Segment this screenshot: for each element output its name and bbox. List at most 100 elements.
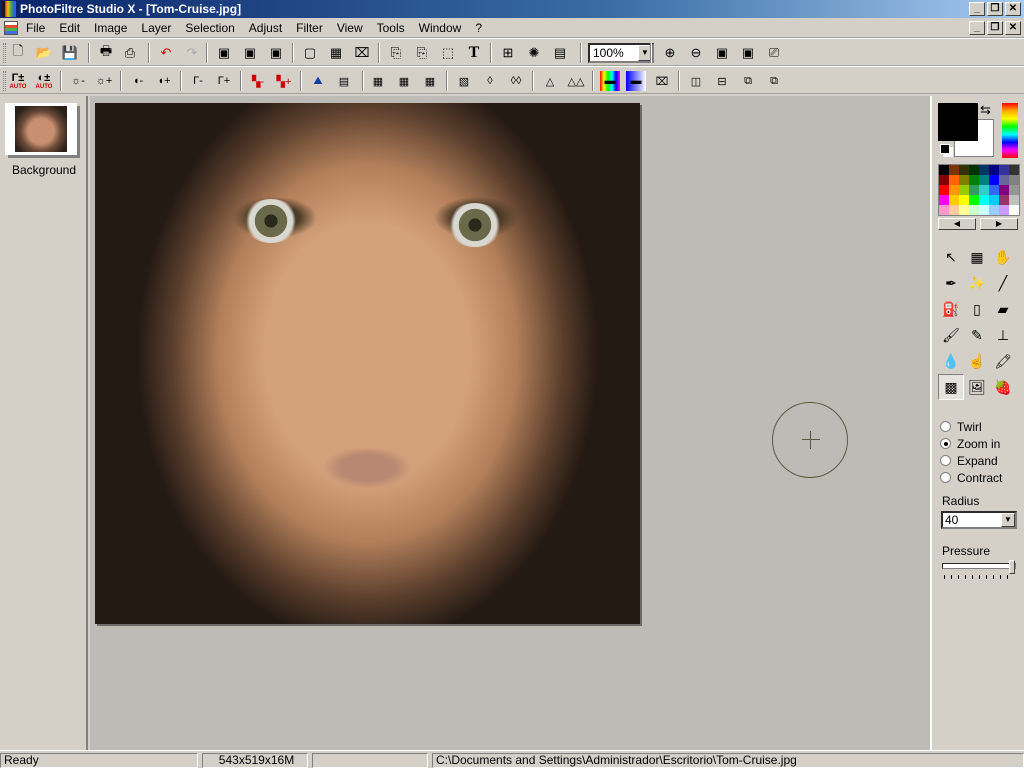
mode-radio-zoom-in[interactable]: Zoom in [940, 435, 1002, 452]
histogram-icon[interactable]: ⛰ [308, 71, 328, 91]
palette-swatch[interactable] [959, 175, 969, 185]
flip-vertical-icon[interactable]: ⊟ [712, 71, 732, 91]
text-icon[interactable]: T [464, 43, 484, 63]
eyedropper-icon[interactable]: ✒ [938, 270, 964, 296]
fill-bucket-icon[interactable]: ⛽ [938, 296, 964, 322]
eraser-icon[interactable]: ▰ [990, 296, 1016, 322]
palette-swatch[interactable] [979, 185, 989, 195]
palette-swatch[interactable] [939, 175, 949, 185]
restore-button[interactable]: ❐ [987, 2, 1003, 16]
radio-circle[interactable] [940, 421, 951, 432]
palette-swatch[interactable] [949, 195, 959, 205]
stamp-icon[interactable]: ⌧ [652, 71, 672, 91]
saturation-plus-icon[interactable]: ▚+ [274, 71, 294, 91]
palette-swatch[interactable] [979, 165, 989, 175]
palette-swatch[interactable] [949, 185, 959, 195]
saturation-minus-icon[interactable]: ▚- [248, 71, 268, 91]
brush-icon[interactable]: 🖌 [938, 322, 964, 348]
mode-radio-twirl[interactable]: Twirl [940, 418, 1002, 435]
palette-swatch[interactable] [939, 205, 949, 215]
radio-circle[interactable] [940, 472, 951, 483]
hue-spectrum[interactable] [1002, 103, 1018, 158]
deform-grid-icon[interactable]: ▩ [938, 374, 964, 400]
palette-swatch[interactable] [1009, 185, 1019, 195]
layer-thumbnail[interactable] [5, 103, 77, 155]
palette-next-button[interactable]: ▶ [980, 218, 1018, 230]
mode-radio-expand[interactable]: Expand [940, 452, 1002, 469]
selection-icon[interactable]: ⬚ [438, 43, 458, 63]
gradient-icon[interactable]: ▬ [600, 71, 620, 91]
open-icon[interactable]: 📂 [34, 43, 54, 63]
blur-icon[interactable]: ◊ [480, 71, 500, 91]
palette-swatch[interactable] [989, 205, 999, 215]
crop-icon[interactable]: ⎘ [412, 43, 432, 63]
doc-minimize-button[interactable]: _ [969, 21, 985, 35]
sharpen-more-icon[interactable]: △△ [566, 71, 586, 91]
gamma-plus-icon[interactable]: Γ+ [214, 71, 234, 91]
texture-filter-icon[interactable]: ▦ [420, 71, 440, 91]
paste-as-new-icon[interactable]: ▣ [266, 43, 286, 63]
grid-filter-icon[interactable]: ▦ [394, 71, 414, 91]
palette-swatch[interactable] [989, 185, 999, 195]
workspace[interactable] [90, 96, 930, 750]
contrast-auto-icon[interactable]: ◐± AUTO [34, 71, 54, 91]
palette-swatch[interactable] [969, 185, 979, 195]
transparency-icon[interactable]: ⌧ [352, 43, 372, 63]
palette-swatch[interactable] [1009, 195, 1019, 205]
palette-swatch[interactable] [979, 195, 989, 205]
radio-circle[interactable] [940, 455, 951, 466]
flip-horizontal-icon[interactable]: ◫ [686, 71, 706, 91]
menu-[interactable]: ? [475, 21, 488, 35]
actual-size-icon[interactable]: ▣ [738, 43, 758, 63]
palette-swatch[interactable] [989, 165, 999, 175]
palette-swatch[interactable] [949, 205, 959, 215]
brightness-plus-icon[interactable]: ☼+ [94, 71, 114, 91]
minimize-button[interactable]: _ [969, 2, 985, 16]
palette-swatch[interactable] [959, 195, 969, 205]
explorer-icon[interactable]: ⊞ [498, 43, 518, 63]
palette-swatch[interactable] [969, 205, 979, 215]
rotate-left-icon[interactable]: ⧉ [738, 71, 758, 91]
palette-swatch[interactable] [999, 175, 1009, 185]
zoom-select[interactable]: 100% ▼ [588, 43, 654, 63]
clone-stamp-icon[interactable]: ⊥ [990, 322, 1016, 348]
pressure-slider[interactable] [942, 560, 1016, 574]
advanced-brush-icon[interactable]: ✎ [964, 322, 990, 348]
radius-select[interactable]: 40 ▼ [941, 511, 1017, 529]
hand-icon[interactable]: ✋ [990, 244, 1016, 270]
swap-colors-icon[interactable]: ⇆ [980, 102, 991, 118]
palette-swatch[interactable] [949, 175, 959, 185]
palette-swatch[interactable] [979, 175, 989, 185]
blur-drop-icon[interactable]: 💧 [938, 348, 964, 374]
palette-swatch[interactable] [959, 205, 969, 215]
sharpen-icon[interactable]: △ [540, 71, 560, 91]
paint-roller-icon[interactable]: 🖍 [990, 348, 1016, 374]
menu-view[interactable]: View [337, 21, 369, 35]
contrast-minus-icon[interactable]: ◖- [128, 71, 148, 91]
doc-restore-button[interactable]: ❐ [987, 21, 1003, 35]
slider-thumb[interactable] [1009, 560, 1015, 574]
gamma-minus-icon[interactable]: Γ- [188, 71, 208, 91]
selection-tool-icon[interactable]: ▦ [964, 244, 990, 270]
palette-swatch[interactable] [969, 175, 979, 185]
brightness-minus-icon[interactable]: ☼- [68, 71, 88, 91]
mode-radio-contract[interactable]: Contract [940, 469, 1002, 486]
chevron-down-icon[interactable]: ▼ [1001, 513, 1015, 527]
menu-edit[interactable]: Edit [59, 21, 86, 35]
line-icon[interactable]: ╱ [990, 270, 1016, 296]
palette-swatch[interactable] [1009, 175, 1019, 185]
palette-swatch[interactable] [959, 165, 969, 175]
color-balance-icon[interactable]: ▤ [334, 71, 354, 91]
palette-swatch[interactable] [1009, 205, 1019, 215]
spray-icon[interactable]: ▯ [964, 296, 990, 322]
palette-swatch[interactable] [999, 195, 1009, 205]
menu-filter[interactable]: Filter [296, 21, 329, 35]
palette-swatch[interactable] [989, 175, 999, 185]
plugins-icon[interactable]: ✺ [524, 43, 544, 63]
palette-swatch[interactable] [939, 165, 949, 175]
palette-swatch[interactable] [999, 165, 1009, 175]
contrast-plus-icon[interactable]: ◖+ [154, 71, 174, 91]
palette-swatch[interactable] [969, 195, 979, 205]
paste-image-icon[interactable]: ▣ [240, 43, 260, 63]
strawberry-icon[interactable]: 🍓 [990, 374, 1016, 400]
